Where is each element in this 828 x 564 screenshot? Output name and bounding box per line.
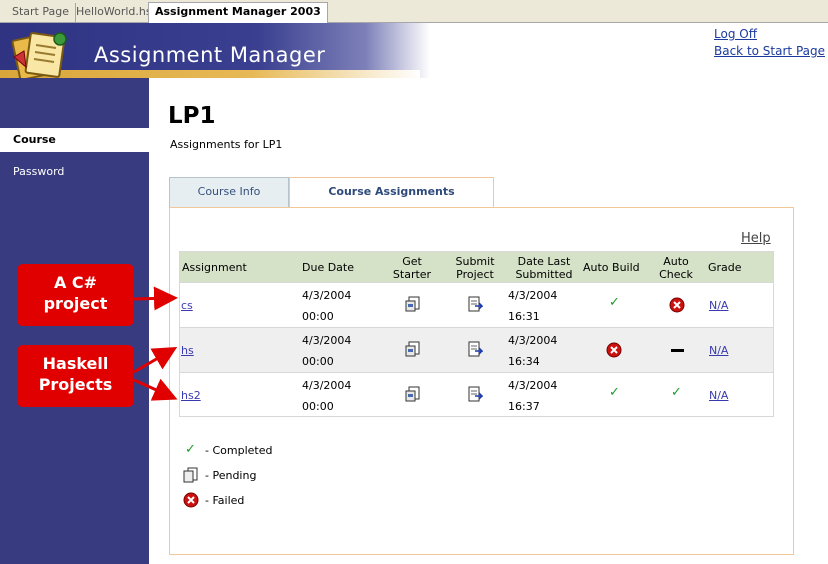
auto-build-failed-icon: [606, 342, 622, 358]
app-window: Start Page HelloWorld.hs Assignment Mana…: [0, 0, 828, 564]
sidebar-item-course[interactable]: Course: [0, 128, 149, 152]
submit-project-icon[interactable]: [467, 386, 483, 402]
header: Assignment Manager Log Off Back to Start…: [0, 23, 828, 81]
callout-haskell-projects: Haskell Projects: [17, 345, 134, 407]
table-row: hs 4/3/2004 00:00 4/3/2004 16:34 N/A: [179, 327, 774, 372]
column-header-grade: Grade: [708, 261, 742, 274]
legend-pending-label: - Pending: [205, 469, 257, 482]
pending-document-icon: [183, 467, 198, 483]
submitted-date: 4/3/2004: [508, 334, 558, 347]
assignment-link-hs[interactable]: hs: [181, 344, 194, 357]
column-header-submit-project: Submit Project: [452, 255, 498, 281]
auto-build-completed-check-icon: ✓: [609, 385, 620, 400]
tab-assignment-manager[interactable]: Assignment Manager 2003: [148, 2, 328, 23]
failed-x-icon: [183, 492, 199, 508]
tab-helloworld-hs[interactable]: HelloWorld.hs: [70, 3, 159, 23]
column-header-line: Get: [402, 255, 422, 268]
submitted-date: 4/3/2004: [508, 289, 558, 302]
assignment-link-hs2[interactable]: hs2: [181, 389, 201, 402]
submit-project-icon[interactable]: [467, 296, 483, 312]
table-row: cs 4/3/2004 00:00 4/3/2004 16:31 ✓ N/A: [179, 282, 774, 327]
submit-project-icon[interactable]: [467, 341, 483, 357]
grade-link[interactable]: N/A: [709, 344, 728, 357]
column-header-auto-check: Auto Check: [657, 255, 695, 281]
due-time: 00:00: [302, 310, 334, 323]
assignment-link-cs[interactable]: cs: [181, 299, 193, 312]
callout-line: project: [43, 294, 108, 313]
callout-line: A C#: [53, 273, 98, 292]
app-title: Assignment Manager: [94, 43, 326, 67]
auto-check-none-dash-icon: [671, 349, 684, 352]
completed-check-icon: ✓: [185, 442, 196, 457]
tab-course-info[interactable]: Course Info: [169, 177, 289, 207]
column-header-line: Starter: [392, 268, 432, 281]
column-header-line: Submit: [455, 255, 495, 268]
due-date: 4/3/2004: [302, 334, 352, 347]
sidebar-item-password[interactable]: Password: [0, 160, 149, 184]
tab-start-page[interactable]: Start Page: [6, 3, 76, 23]
get-starter-icon[interactable]: [405, 386, 421, 402]
grade-link[interactable]: N/A: [709, 389, 728, 402]
table-header: Assignment Due Date Get Starter Submit P…: [179, 251, 774, 282]
submitted-time: 16:31: [508, 310, 540, 323]
document-tab-strip: Start Page HelloWorld.hs Assignment Mana…: [0, 0, 828, 23]
callout-csharp-project: A C# project: [17, 264, 134, 326]
legend-failed-label: - Failed: [205, 494, 245, 507]
log-off-link[interactable]: Log Off: [714, 27, 757, 41]
submitted-time: 16:37: [508, 400, 540, 413]
callout-line: Haskell: [42, 354, 109, 373]
auto-build-completed-check-icon: ✓: [609, 295, 620, 310]
help-link[interactable]: Help: [741, 231, 771, 246]
due-date: 4/3/2004: [302, 379, 352, 392]
auto-check-completed-check-icon: ✓: [671, 385, 682, 400]
due-date: 4/3/2004: [302, 289, 352, 302]
tab-course-assignments[interactable]: Course Assignments: [289, 177, 494, 208]
table-row: hs2 4/3/2004 00:00 4/3/2004 16:37 ✓ ✓ N/…: [179, 372, 774, 417]
column-header-line: Auto: [663, 255, 689, 268]
column-header-get-starter: Get Starter: [390, 255, 434, 281]
callout-line: Projects: [38, 375, 113, 394]
assignment-book-logo-icon: [11, 32, 67, 81]
column-header-line: Check: [659, 268, 693, 281]
page-subtitle: Assignments for LP1: [170, 138, 283, 151]
due-time: 00:00: [302, 355, 334, 368]
grade-link[interactable]: N/A: [709, 299, 728, 312]
legend-completed-label: - Completed: [205, 444, 273, 457]
submitted-date: 4/3/2004: [508, 379, 558, 392]
column-header-line: Project: [456, 268, 494, 281]
column-header-line: Date Last: [517, 255, 571, 268]
column-header-line: Submitted: [515, 268, 573, 281]
column-header-auto-build: Auto Build: [583, 261, 640, 274]
auto-check-failed-icon: [669, 297, 685, 313]
get-starter-icon[interactable]: [405, 341, 421, 357]
due-time: 00:00: [302, 400, 334, 413]
get-starter-icon[interactable]: [405, 296, 421, 312]
page-title: LP1: [168, 103, 216, 129]
column-header-date-last-submitted: Date Last Submitted: [513, 255, 575, 281]
column-header-assignment: Assignment: [182, 261, 247, 274]
submitted-time: 16:34: [508, 355, 540, 368]
column-header-due-date: Due Date: [302, 261, 354, 274]
back-to-start-page-link[interactable]: Back to Start Page: [714, 44, 825, 58]
